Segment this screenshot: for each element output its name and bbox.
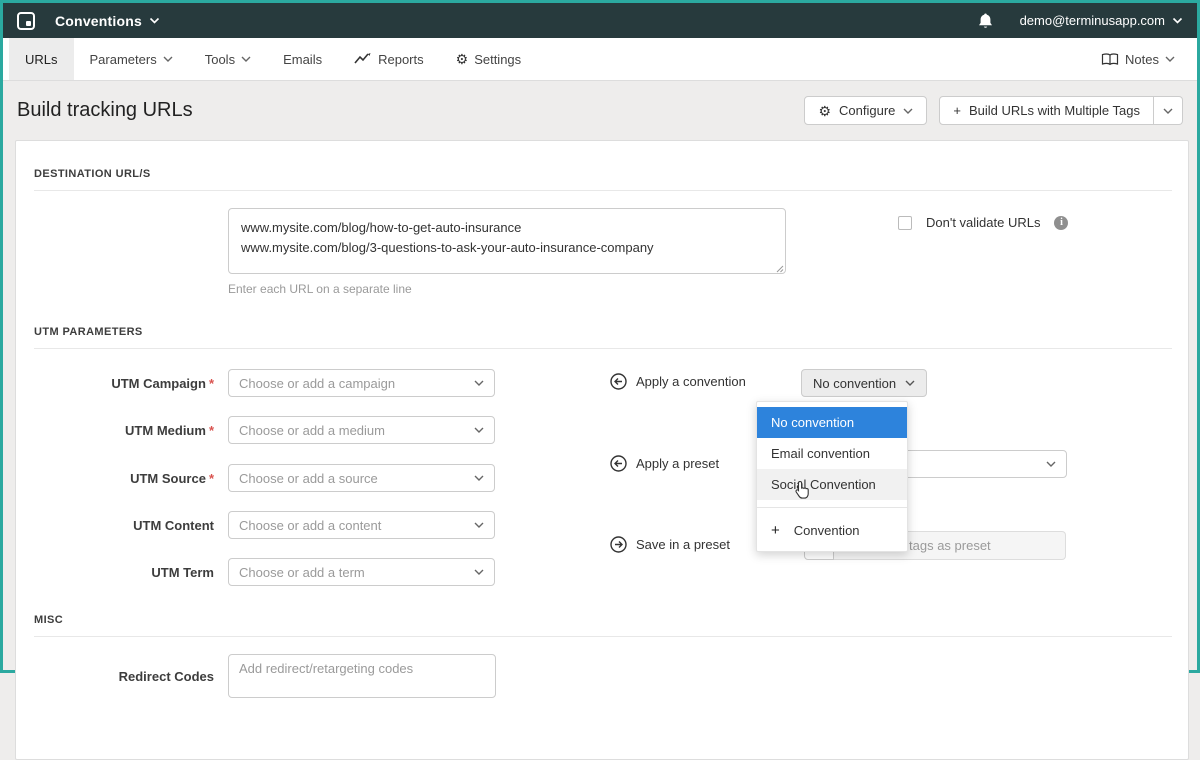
dont-validate-label: Don't validate URLs	[926, 215, 1040, 230]
utm-source-label: UTM Source*	[16, 471, 214, 486]
save-preset-row: Save in a preset	[610, 536, 730, 553]
notes-menu[interactable]: Notes	[1101, 38, 1191, 80]
utm-section-heading: UTM PARAMETERS	[34, 326, 143, 338]
tab-parameters[interactable]: Parameters	[74, 38, 189, 80]
apply-convention-label: Apply a convention	[636, 374, 746, 389]
chevron-down-icon	[1163, 108, 1173, 114]
build-urls-multiple-tags-button[interactable]: + Build URLs with Multiple Tags	[939, 96, 1154, 125]
gear-icon: ⚙	[818, 104, 831, 118]
topbar: Conventions demo@terminusapp.com	[3, 3, 1197, 38]
convention-button-label: No convention	[813, 376, 896, 391]
divider	[757, 507, 907, 508]
utm-medium-label: UTM Medium*	[16, 423, 214, 438]
account-menu[interactable]: demo@terminusapp.com	[1020, 13, 1183, 28]
utm-campaign-select[interactable]: Choose or add a campaign	[228, 369, 495, 397]
divider	[34, 190, 1172, 191]
tab-label: Emails	[283, 52, 322, 67]
utm-campaign-label: UTM Campaign*	[16, 376, 214, 391]
utm-term-select[interactable]: Choose or add a term	[228, 558, 495, 586]
required-mark: *	[209, 471, 214, 486]
book-icon	[1101, 53, 1119, 66]
redirect-codes-label: Redirect Codes	[16, 669, 214, 684]
select-placeholder: Choose or add a medium	[239, 423, 385, 438]
convention-dropdown-button[interactable]: No convention	[801, 369, 927, 397]
page-header: Build tracking URLs ⚙ Configure + Build …	[3, 82, 1197, 139]
utm-content-select[interactable]: Choose or add a content	[228, 511, 495, 539]
utm-source-select[interactable]: Choose or add a source	[228, 464, 495, 492]
tab-label: Settings	[474, 52, 521, 67]
tab-reports[interactable]: Reports	[338, 38, 440, 80]
menu-item-add-convention[interactable]: + Convention	[757, 515, 907, 546]
plus-icon: +	[771, 522, 780, 539]
chevron-down-icon	[903, 108, 913, 114]
chevron-down-icon	[163, 56, 173, 62]
chevron-down-icon	[474, 380, 484, 386]
select-placeholder: Choose or add a campaign	[239, 376, 395, 391]
tab-label: Tools	[205, 52, 235, 67]
tab-tools[interactable]: Tools	[189, 38, 267, 80]
apply-convention-row: Apply a convention	[610, 373, 746, 390]
tab-label: Reports	[378, 52, 424, 67]
plus-icon: +	[953, 103, 961, 118]
chevron-down-icon	[241, 56, 251, 62]
info-icon[interactable]: i	[1054, 216, 1068, 230]
chevron-down-icon	[905, 380, 915, 386]
select-placeholder: Choose or add a content	[239, 518, 381, 533]
workspace-menu[interactable]: Conventions	[55, 13, 142, 29]
divider	[34, 636, 1172, 637]
save-preset-label: Save in a preset	[636, 537, 730, 552]
chevron-down-icon[interactable]	[149, 17, 160, 24]
add-convention-label: Convention	[794, 523, 860, 538]
destination-section-heading: DESTINATION URL/S	[34, 168, 151, 180]
gear-icon: ⚙	[456, 52, 469, 66]
chevron-down-icon	[474, 475, 484, 481]
utm-content-label: UTM Content	[16, 518, 214, 533]
tab-urls[interactable]: URLs	[9, 38, 74, 80]
main-nav: URLs Parameters Tools Emails Reports ⚙ S…	[3, 38, 1197, 81]
select-placeholder: Choose or add a term	[239, 565, 365, 580]
chevron-down-icon	[1172, 17, 1183, 24]
arrow-left-circle-icon	[610, 373, 627, 390]
menu-item-no-convention[interactable]: No convention	[757, 407, 907, 438]
redirect-codes-input[interactable]	[228, 654, 496, 698]
account-email: demo@terminusapp.com	[1020, 13, 1165, 28]
chevron-down-icon	[1046, 461, 1056, 467]
app-logo-icon[interactable]	[17, 12, 35, 30]
destination-helper-text: Enter each URL on a separate line	[228, 282, 412, 296]
apply-preset-row: Apply a preset	[610, 455, 719, 472]
utm-medium-select[interactable]: Choose or add a medium	[228, 416, 495, 444]
line-chart-icon	[354, 53, 372, 65]
notes-label: Notes	[1125, 52, 1159, 67]
chevron-down-icon	[474, 522, 484, 528]
tab-label: Parameters	[90, 52, 157, 67]
apply-preset-label: Apply a preset	[636, 456, 719, 471]
configure-label: Configure	[839, 103, 895, 118]
chevron-down-icon	[474, 427, 484, 433]
divider	[34, 348, 1172, 349]
tab-emails[interactable]: Emails	[267, 38, 338, 80]
menu-item-email-convention[interactable]: Email convention	[757, 438, 907, 469]
build-urls-card: DESTINATION URL/S www.mysite.com/blog/ho…	[15, 140, 1189, 760]
tab-settings[interactable]: ⚙ Settings	[440, 38, 538, 80]
required-mark: *	[209, 423, 214, 438]
select-placeholder: Choose or add a source	[239, 471, 378, 486]
chevron-down-icon	[474, 569, 484, 575]
page-title: Build tracking URLs	[17, 99, 193, 122]
required-mark: *	[209, 376, 214, 391]
build-urls-label: Build URLs with Multiple Tags	[969, 103, 1140, 118]
configure-button[interactable]: ⚙ Configure	[804, 96, 927, 125]
notification-bell-icon[interactable]	[977, 12, 994, 30]
build-urls-dropdown-toggle[interactable]	[1154, 96, 1183, 125]
menu-item-social-convention[interactable]: Social Convention	[757, 469, 907, 500]
utm-term-label: UTM Term	[16, 565, 214, 580]
chevron-down-icon	[1165, 56, 1175, 62]
misc-section-heading: MISC	[34, 614, 63, 626]
tab-label: URLs	[25, 52, 58, 67]
destination-urls-textarea[interactable]: www.mysite.com/blog/how-to-get-auto-insu…	[228, 208, 786, 274]
arrow-right-circle-icon	[610, 536, 627, 553]
dont-validate-checkbox[interactable]	[898, 216, 912, 230]
convention-dropdown-menu: No convention Email convention Social Co…	[756, 401, 908, 552]
arrow-left-circle-icon	[610, 455, 627, 472]
